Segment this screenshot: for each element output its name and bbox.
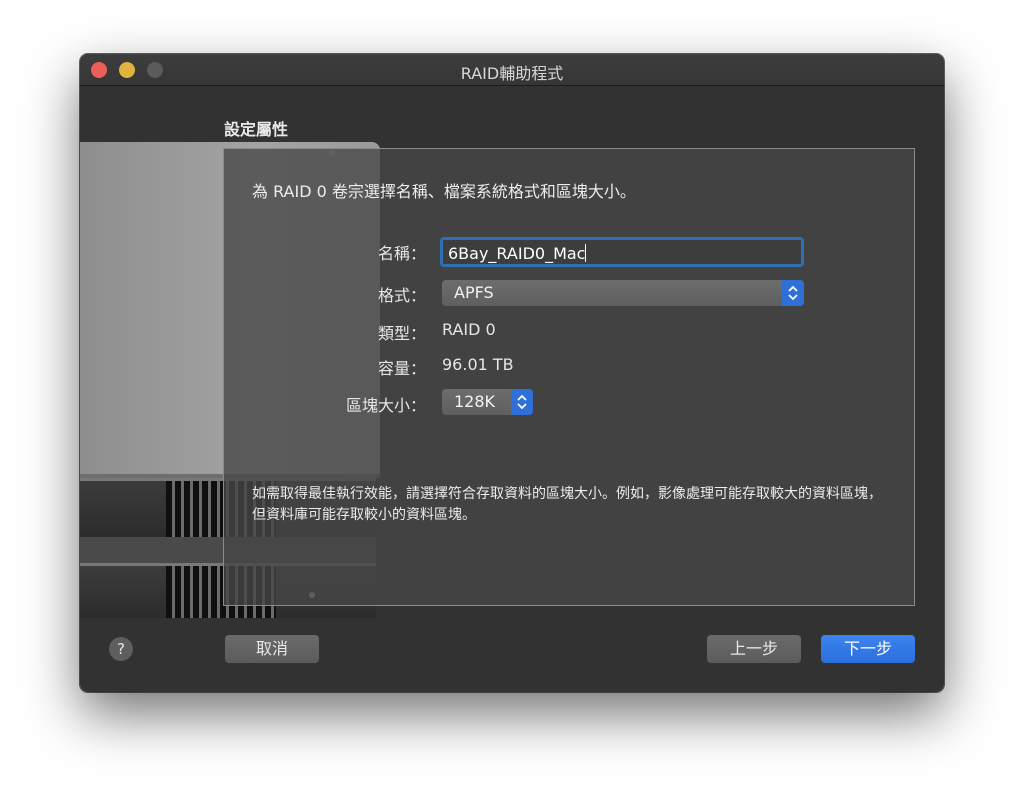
up-down-chevron-icon bbox=[511, 389, 533, 415]
type-label: 類型： bbox=[377, 324, 426, 343]
chunk-size-popup[interactable]: 128K bbox=[442, 389, 533, 415]
back-button[interactable]: 上一步 bbox=[707, 635, 801, 663]
chunk-size-label: 區塊大小： bbox=[345, 396, 426, 415]
format-popup[interactable]: APFS bbox=[442, 280, 804, 306]
format-label: 格式： bbox=[377, 286, 426, 305]
cancel-button[interactable]: 取消 bbox=[225, 635, 319, 663]
chunk-size-value: 128K bbox=[454, 392, 496, 411]
window-title: RAID輔助程式 bbox=[460, 64, 564, 83]
name-label: 名稱： bbox=[377, 244, 426, 263]
text-caret bbox=[585, 244, 587, 262]
capacity-label: 容量： bbox=[377, 359, 426, 378]
settings-panel bbox=[223, 148, 915, 606]
chunk-size-hint: 如需取得最佳執行效能，請選擇符合存取資料的區塊大小。例如，影像處理可能存取較大的… bbox=[252, 486, 882, 523]
volume-name-value: 6Bay_RAID0_Mac bbox=[448, 244, 586, 263]
panel-description: 為 RAID 0 卷宗選擇名稱、檔案系統格式和區塊大小。 bbox=[252, 182, 636, 201]
next-button[interactable]: 下一步 bbox=[821, 635, 915, 663]
format-value: APFS bbox=[454, 283, 494, 302]
type-value: RAID 0 bbox=[442, 320, 496, 339]
help-button[interactable]: ? bbox=[109, 637, 133, 661]
title-bar[interactable]: RAID輔助程式 bbox=[80, 54, 944, 86]
capacity-value: 96.01 TB bbox=[442, 355, 514, 374]
raid-assistant-window: RAID輔助程式 設定屬性 為 RAID 0 卷宗選擇名稱、檔案系統格式和區塊大… bbox=[80, 54, 944, 692]
up-down-chevron-icon bbox=[782, 280, 804, 306]
section-title: 設定屬性 bbox=[224, 120, 289, 139]
volume-name-field[interactable]: 6Bay_RAID0_Mac bbox=[440, 237, 804, 267]
